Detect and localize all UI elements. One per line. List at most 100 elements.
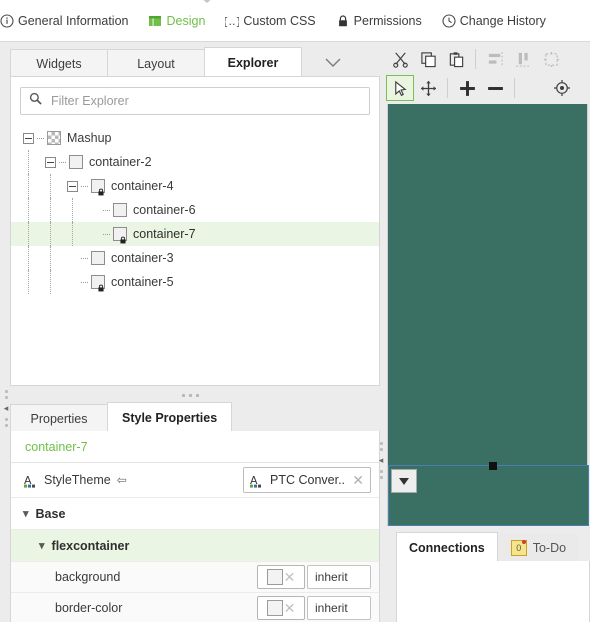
zoom-in-icon[interactable] (453, 75, 481, 101)
bottom-tab-strip: Connections 0 To-Do (396, 532, 590, 562)
tree-collapse-toggle[interactable] (23, 132, 34, 144)
topnav-label: General Information (18, 13, 129, 28)
chevron-down-icon[interactable] (313, 49, 353, 77)
tab-label: Explorer (227, 55, 279, 70)
horizontal-splitter[interactable] (0, 390, 380, 400)
cut-icon[interactable] (386, 46, 414, 72)
grip-dot (4, 390, 8, 393)
selected-container-outline[interactable] (388, 462, 589, 526)
chevron-down-icon (399, 477, 409, 485)
tree-toggle-placeholder (89, 205, 100, 216)
tab-style-properties[interactable]: Style Properties (107, 402, 233, 432)
style-group-label: flexcontainer (51, 538, 130, 553)
tree-collapse-toggle[interactable] (45, 156, 56, 168)
tree-node-container-4[interactable]: container-4 (11, 174, 379, 198)
tab-label: Style Properties (122, 410, 218, 425)
tab-explorer[interactable]: Explorer (204, 47, 302, 77)
style-value-input[interactable]: inherit (307, 565, 371, 589)
color-swatch (266, 600, 283, 616)
lock-icon (97, 185, 105, 196)
topnav-tab-permissions[interactable]: Permissions (336, 0, 422, 42)
tree-connector (81, 257, 88, 259)
tab-properties[interactable]: Properties (10, 404, 108, 432)
container-dropdown-button[interactable] (391, 469, 417, 493)
canvas-toolbar-row-2 (386, 72, 590, 104)
tab-layout[interactable]: Layout (107, 49, 205, 77)
copy-icon[interactable] (414, 46, 442, 72)
container-icon (113, 227, 127, 244)
toolbar-separator (475, 49, 476, 69)
topnav-label: Permissions (353, 13, 422, 28)
align-vertical-icon[interactable] (509, 46, 537, 72)
tab-widgets[interactable]: Widgets (10, 49, 108, 77)
topnav-label: Custom CSS (243, 13, 316, 28)
lock-icon (119, 233, 127, 244)
tree-guide-line (28, 270, 29, 294)
tree-node-container-3[interactable]: container-3 (11, 246, 379, 270)
move-icon[interactable] (414, 75, 442, 101)
tree-node-container-7[interactable]: container-7 (11, 222, 379, 246)
tree-collapse-toggle[interactable] (67, 180, 78, 192)
style-theme-label: StyleTheme (44, 473, 111, 487)
grip-dot (4, 396, 8, 399)
svg-text:{..}: {..} (225, 15, 239, 28)
tab-todo[interactable]: 0 To-Do (497, 534, 580, 562)
collapse-right-icon[interactable]: ◂ (379, 456, 384, 465)
filter-row (11, 77, 379, 124)
fit-icon[interactable] (537, 46, 565, 72)
panel-collapse-caret-icon[interactable] (200, 0, 214, 3)
tree-connector (81, 281, 88, 283)
left-panel: Widgets Layout Explorer Mashup container-… (0, 42, 380, 622)
tree-node-label: container-3 (111, 251, 174, 265)
right-edge-splitter[interactable]: ◂ (377, 442, 385, 479)
tree-node-container-5[interactable]: container-5 (11, 270, 379, 294)
tree-node-mashup[interactable]: Mashup (11, 126, 379, 150)
lock-icon (97, 281, 105, 292)
clear-color-icon[interactable]: ✕ (284, 601, 296, 615)
search-icon (29, 92, 42, 110)
tab-connections[interactable]: Connections (396, 532, 498, 562)
color-swatch-button[interactable]: ✕ (257, 565, 305, 589)
filter-explorer-field[interactable] (20, 87, 370, 115)
style-group-base[interactable]: ▾ Base (11, 498, 379, 530)
collapse-left-icon[interactable]: ◂ (4, 404, 9, 413)
style-value-input[interactable]: inherit (307, 596, 371, 620)
tree-node-label: container-5 (111, 275, 174, 289)
grip-dot (195, 393, 199, 397)
mashup-canvas[interactable] (387, 104, 589, 526)
design-icon (148, 14, 162, 28)
style-row-border-color: border-color ✕ inherit (11, 593, 379, 622)
grip-dot (4, 418, 8, 421)
topnav-tab-design[interactable]: Design (148, 0, 205, 42)
search-input[interactable] (49, 93, 361, 109)
topnav-tab-general-information[interactable]: General Information (0, 0, 128, 42)
container-icon (91, 251, 105, 265)
resize-handle[interactable] (489, 462, 497, 470)
tree-node-container-2[interactable]: container-2 (11, 150, 379, 174)
paste-icon[interactable] (442, 46, 470, 72)
select-cursor-icon[interactable] (386, 75, 414, 101)
tab-label: Connections (409, 540, 485, 555)
canvas-toolbar-row-1 (386, 44, 590, 74)
tree-toggle-placeholder (89, 229, 100, 240)
style-group-flexcontainer[interactable]: ▾ flexcontainer (11, 530, 379, 562)
grip-dot (188, 393, 192, 397)
tree-guide-line (72, 222, 73, 246)
tree-toggle-placeholder (67, 277, 78, 288)
topnav-tab-change-history[interactable]: Change History (442, 0, 546, 42)
close-icon[interactable]: ✕ (352, 473, 364, 487)
clear-color-icon[interactable]: ✕ (284, 570, 296, 584)
left-edge-splitter[interactable]: ◂ (2, 390, 10, 427)
info-icon (0, 13, 14, 28)
topnav-tab-custom-css[interactable]: {..} Custom CSS (225, 0, 315, 42)
zoom-out-icon[interactable] (481, 75, 509, 101)
tree-node-label: container-4 (111, 179, 174, 193)
color-swatch-button[interactable]: ✕ (257, 596, 305, 620)
revert-arrow-icon[interactable]: ⇦ (117, 473, 127, 487)
align-horizontal-icon[interactable] (481, 46, 509, 72)
tree-node-container-6[interactable]: container-6 (11, 198, 379, 222)
reset-view-icon[interactable] (548, 75, 576, 101)
tab-label: Properties (30, 411, 88, 426)
style-theme-value-field[interactable]: A PTC Conver... ✕ (243, 467, 371, 493)
grip-dot (379, 448, 383, 451)
